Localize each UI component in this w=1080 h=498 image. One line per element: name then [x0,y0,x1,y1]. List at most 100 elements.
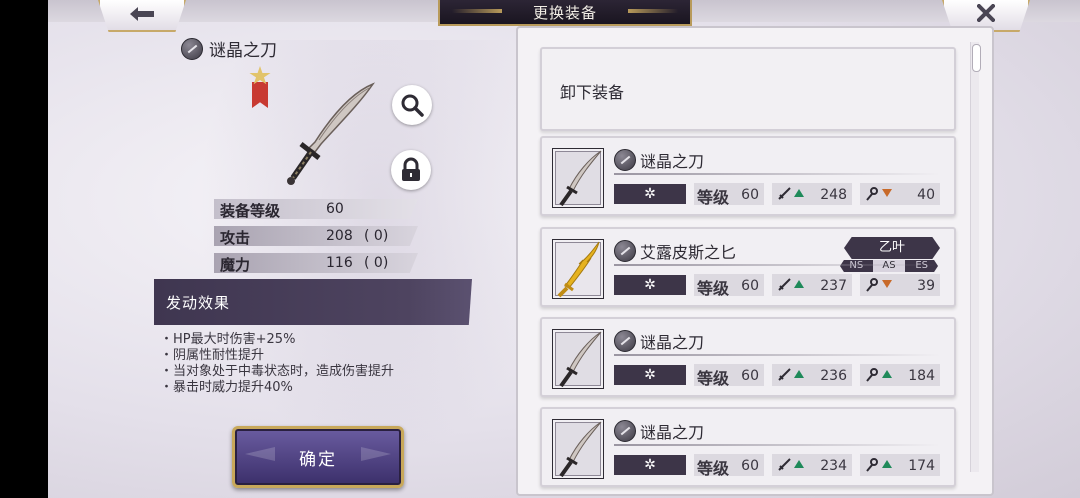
dark-element-icon [181,37,203,60]
equipment-card[interactable]: 谜晶之刀 ✲ 等级 60 236 184 [540,317,956,397]
list-scrollbar[interactable] [970,42,981,472]
screen-title: 更换装备 [438,0,692,26]
level-label: 等级 [697,459,730,478]
increase-arrow-icon [794,460,804,468]
rank-badge: ✲ [614,275,686,295]
attack-value: 248 [820,187,847,203]
selected-item-name: 谜晶之刀 [209,41,277,61]
sword-icon [778,278,791,291]
attack-value: 236 [820,368,847,384]
magic-value: 39 [917,278,935,294]
dark-element-icon [614,149,636,171]
level-label: 等级 [697,188,730,207]
weapon-thumbnail [552,239,604,299]
attack-box: 248 [772,183,852,205]
level-box: 等级 60 [694,364,764,388]
stat-value: 208 [326,228,353,244]
dark-element-icon [614,420,636,442]
rank-tab-ns: NS [840,260,873,272]
level-value: 60 [741,368,759,384]
increase-arrow-icon [882,370,892,378]
unequip-button[interactable]: 卸下装备 [540,47,956,131]
weapon-thumbnail [552,419,604,479]
level-box: 等级 60 [694,274,764,298]
staff-icon [866,458,878,472]
confirm-label: 确定 [299,449,337,470]
weapon-image [263,78,383,188]
scroll-thumb[interactable] [972,44,981,72]
stat-label: 攻击 [220,229,251,247]
rank-badge: ✲ [614,455,686,475]
sword-icon [778,458,791,471]
lock-button[interactable] [391,150,431,190]
stat-label: 装备等级 [220,202,281,220]
effect-header: 发动效果 [154,279,472,325]
magic-value: 174 [908,458,935,474]
decrease-arrow-icon [882,189,892,197]
arrow-left-icon [128,3,156,28]
owner-badge: 乙叶 [844,237,940,259]
attack-box: 234 [772,454,852,476]
rank-badge: ✲ [614,365,686,385]
sword-icon [778,187,791,200]
attack-value: 237 [820,278,847,294]
magic-value: 40 [917,187,935,203]
attack-box: 237 [772,274,852,296]
attack-value: 234 [820,458,847,474]
increase-arrow-icon [882,460,892,468]
stat-row-equip-level: 装备等级 60 [214,199,418,219]
effect-item: 当对象处于中毒状态时，造成伤害提升 [160,364,394,380]
magic-box: 40 [860,183,940,205]
staff-icon [866,187,878,201]
equipment-stats: ✲ 等级 60 234 174 [614,454,944,478]
magic-box: 184 [860,364,940,386]
equipment-stats: ✲ 等级 60 236 184 [614,364,944,388]
effect-item: 暴击时威力提升40% [160,380,394,396]
equipment-name-row: 谜晶之刀 [614,419,704,443]
magic-box: 174 [860,454,940,476]
lock-icon [402,157,420,181]
stat-bonus: ( 0) [364,255,389,271]
effect-title: 发动效果 [166,294,231,312]
weapon-thumbnail [552,329,604,389]
confirm-button[interactable]: 确定 [232,426,404,488]
rank-tab-as: AS [872,260,906,272]
game-screen: 更换装备 谜晶之刀 装备等级 60 攻击 208 ( 0) 魔力 116 (0… [48,0,1080,498]
level-label: 等级 [697,369,730,388]
selected-item-title: 谜晶之刀 [181,36,277,61]
attack-box: 236 [772,364,852,386]
equipment-name: 谜晶之刀 [640,152,705,171]
divider [614,264,940,266]
magic-value: 184 [908,368,935,384]
equipment-stats: ✲ 等级 60 237 39 [614,274,944,298]
level-box: 等级 60 [694,183,764,207]
dark-element-icon [614,240,636,262]
effect-item: HP最大时伤害+25% [160,332,394,348]
search-button[interactable] [392,85,432,125]
stat-row-magic: 魔力 116 ( 0) [214,253,418,273]
stat-label: 魔力 [220,256,251,274]
sword-icon [778,368,791,381]
staff-icon [866,278,878,292]
equipment-card[interactable]: 谜晶之刀 ✲ 等级 60 248 40 [540,136,956,216]
stat-row-attack: 攻击 208 ( 0) [214,226,418,246]
equipment-name-row: 谜晶之刀 [614,329,704,353]
unequip-label: 卸下装备 [560,83,625,102]
rank-tabs: NS AS ES [840,260,938,272]
staff-icon [866,368,878,382]
level-value: 60 [741,187,759,203]
equipment-card[interactable]: 谜晶之刀 ✲ 等级 60 234 174 [540,407,956,487]
level-label: 等级 [697,279,730,298]
increase-arrow-icon [794,280,804,288]
back-button[interactable] [98,0,186,32]
equipment-card[interactable]: 艾露皮斯之匕 乙叶 NS AS ES ✲ 等级 60 237 39 [540,227,956,307]
level-box: 等级 60 [694,454,764,478]
stat-value: 116 [326,255,353,271]
level-value: 60 [741,278,759,294]
stat-bonus: ( 0) [364,228,389,244]
stat-value: 60 [326,201,344,217]
level-value: 60 [741,458,759,474]
magnifier-icon [401,94,424,117]
equipment-stats: ✲ 等级 60 248 40 [614,183,944,207]
magic-box: 39 [860,274,940,296]
